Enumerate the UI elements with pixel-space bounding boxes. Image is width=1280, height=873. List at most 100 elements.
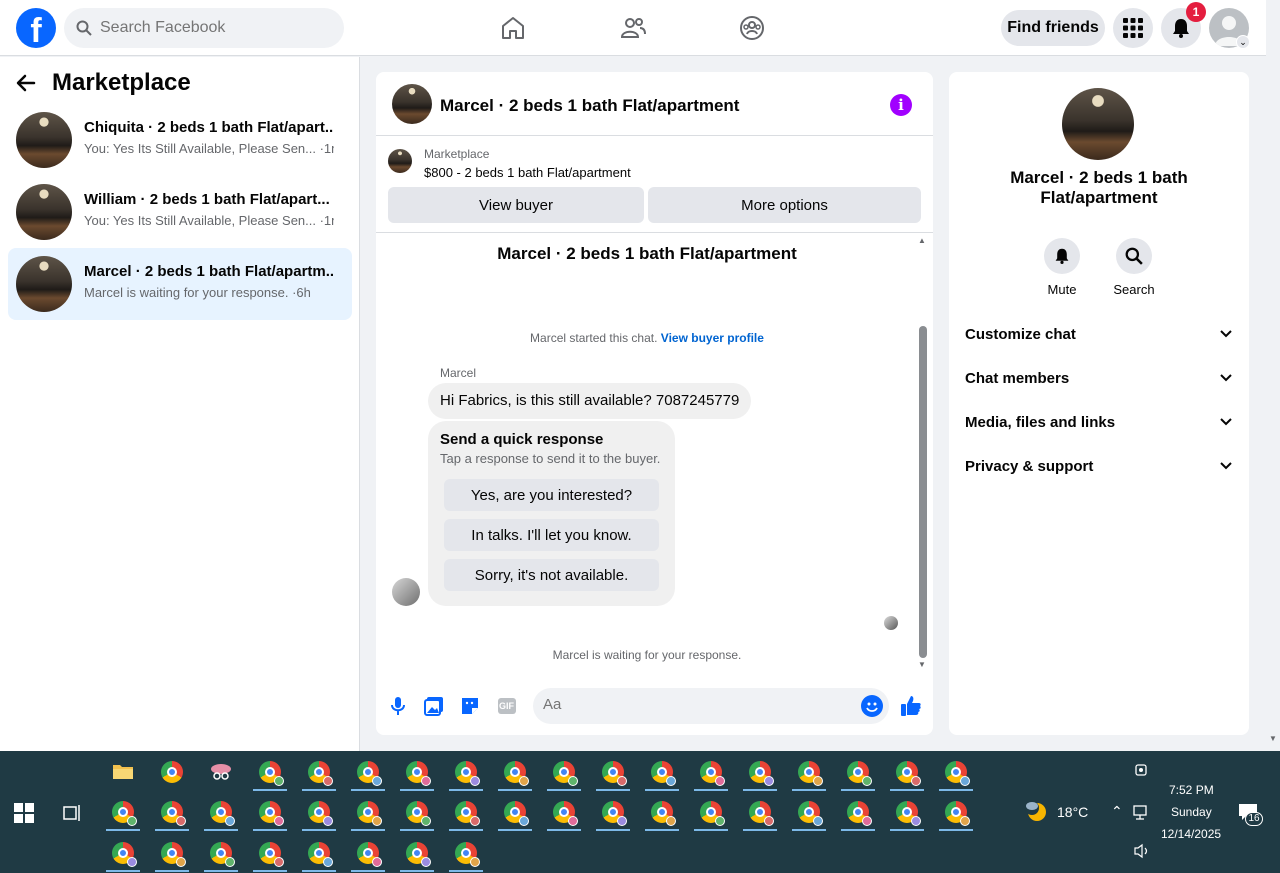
conversation-item-chiquita[interactable]: Chiquita · 2 beds 1 bath Flat/apart... Y… (8, 104, 352, 176)
more-options-button[interactable]: More options (648, 187, 921, 223)
message-bubble[interactable]: Hi Fabrics, is this still available? 708… (428, 383, 752, 419)
chrome-profile-icon[interactable] (593, 753, 633, 791)
chrome-profile-icon[interactable] (299, 793, 339, 831)
chrome-profile-icon[interactable] (593, 793, 633, 831)
view-buyer-profile-link[interactable]: View buyer profile (661, 331, 764, 345)
message-input-box[interactable] (533, 688, 889, 724)
friends-icon[interactable] (617, 12, 649, 44)
chrome-profile-icon[interactable] (642, 793, 682, 831)
scroll-down-icon[interactable]: ▼ (1269, 734, 1277, 743)
network-icon[interactable] (1133, 804, 1151, 825)
scrollbar-thumb[interactable] (919, 326, 927, 658)
mute-action[interactable]: Mute (1032, 238, 1092, 297)
scroll-down-icon[interactable]: ▼ (918, 660, 926, 669)
clock-time[interactable]: 7:52 PM (1169, 783, 1214, 797)
chrome-profile-icon[interactable] (348, 753, 388, 791)
message-input[interactable] (543, 696, 833, 713)
view-buyer-button[interactable]: View buyer (388, 187, 644, 223)
privacy-support-row[interactable]: Privacy & support (965, 454, 1233, 478)
chrome-profile-icon[interactable] (348, 834, 388, 872)
listing-price-title[interactable]: $800 - 2 beds 1 bath Flat/apartment (424, 165, 631, 180)
gif-icon[interactable]: GIF (496, 696, 518, 716)
chat-thumbnail[interactable] (392, 84, 432, 124)
weather-icon[interactable] (1025, 800, 1049, 827)
volume-icon[interactable] (1133, 843, 1151, 864)
message-thread[interactable]: ▲ ▼ Marcel · 2 beds 1 bath Flat/apartmen… (376, 234, 933, 674)
chrome-profile-icon[interactable] (691, 753, 731, 791)
groups-icon[interactable] (736, 12, 768, 44)
chrome-profile-icon[interactable] (103, 834, 143, 872)
chrome-profile-icon[interactable] (397, 834, 437, 872)
page-scrollbar[interactable]: ▼ (1266, 0, 1280, 751)
sticker-icon[interactable] (460, 696, 480, 716)
media-files-links-row[interactable]: Media, files and links (965, 410, 1233, 434)
chrome-profile-icon[interactable] (446, 793, 486, 831)
task-view-icon[interactable] (62, 803, 82, 828)
chrome-profile-icon[interactable] (299, 753, 339, 791)
chrome-profile-icon[interactable] (789, 793, 829, 831)
emoji-icon[interactable] (861, 695, 883, 717)
chrome-profile-icon[interactable] (642, 753, 682, 791)
chrome-profile-icon[interactable] (838, 753, 878, 791)
temperature[interactable]: 18°C (1057, 804, 1088, 820)
chrome-profile-icon[interactable] (250, 834, 290, 872)
chrome-profile-icon[interactable] (740, 753, 780, 791)
clock-date[interactable]: 12/14/2025 (1161, 827, 1221, 841)
chrome-profile-icon[interactable] (544, 793, 584, 831)
chrome-profile-icon[interactable] (152, 834, 192, 872)
quick-response-button[interactable]: Sorry, it's not available. (444, 559, 659, 591)
quick-response-button[interactable]: In talks. I'll let you know. (444, 519, 659, 551)
chrome-profile-icon[interactable] (348, 793, 388, 831)
info-icon[interactable]: i (890, 94, 912, 116)
home-icon[interactable] (497, 12, 529, 44)
thumbs-up-icon[interactable] (899, 696, 923, 716)
search-input[interactable] (100, 19, 320, 37)
menu-grid-icon[interactable] (1113, 8, 1153, 48)
meet-now-icon[interactable] (1134, 763, 1148, 782)
clock-day[interactable]: Sunday (1171, 805, 1212, 819)
chrome-icon[interactable] (152, 753, 192, 791)
chrome-profile-icon[interactable] (887, 793, 927, 831)
chrome-profile-icon[interactable] (887, 753, 927, 791)
conversation-item-william[interactable]: William · 2 beds 1 bath Flat/apart... Yo… (8, 176, 352, 248)
chevron-down-icon[interactable]: ⌄ (1236, 35, 1250, 49)
chrome-profile-icon[interactable] (103, 793, 143, 831)
chrome-profile-icon[interactable] (446, 834, 486, 872)
conversation-item-marcel[interactable]: Marcel · 2 beds 1 bath Flat/apartm... Ma… (8, 248, 352, 320)
chrome-profile-icon[interactable] (152, 793, 192, 831)
chrome-profile-icon[interactable] (691, 793, 731, 831)
chrome-profile-icon[interactable] (936, 793, 976, 831)
chrome-profile-icon[interactable] (936, 753, 976, 791)
facebook-logo-icon[interactable]: f (16, 8, 56, 48)
chat-members-row[interactable]: Chat members (965, 366, 1233, 390)
chrome-profile-icon[interactable] (201, 793, 241, 831)
microphone-icon[interactable] (388, 696, 408, 716)
photo-icon[interactable] (424, 696, 444, 716)
chrome-profile-icon[interactable] (201, 834, 241, 872)
chrome-profile-icon[interactable] (495, 753, 535, 791)
search-action[interactable]: Search (1104, 238, 1164, 297)
back-arrow-icon[interactable] (16, 73, 36, 93)
sender-avatar[interactable] (392, 578, 420, 606)
tray-overflow-icon[interactable]: ⌃ (1111, 803, 1123, 820)
chrome-profile-icon[interactable] (544, 753, 584, 791)
snipping-tool-icon[interactable] (201, 753, 241, 791)
chrome-profile-icon[interactable] (446, 753, 486, 791)
chrome-profile-icon[interactable] (250, 793, 290, 831)
bell-icon[interactable] (1044, 238, 1080, 274)
chrome-profile-icon[interactable] (838, 793, 878, 831)
chat-title[interactable]: Marcel · 2 beds 1 bath Flat/apartment (440, 96, 739, 116)
quick-response-button[interactable]: Yes, are you interested? (444, 479, 659, 511)
chrome-profile-icon[interactable] (250, 753, 290, 791)
windows-start-icon[interactable] (14, 803, 34, 828)
find-friends-button[interactable]: Find friends (1001, 10, 1105, 46)
search-icon[interactable] (1116, 238, 1152, 274)
search-box[interactable] (64, 8, 344, 48)
chrome-profile-icon[interactable] (397, 793, 437, 831)
chrome-profile-icon[interactable] (397, 753, 437, 791)
chrome-profile-icon[interactable] (789, 753, 829, 791)
scroll-up-icon[interactable]: ▲ (918, 236, 926, 245)
chrome-profile-icon[interactable] (495, 793, 535, 831)
customize-chat-row[interactable]: Customize chat (965, 322, 1233, 346)
file-explorer-icon[interactable] (103, 753, 143, 791)
